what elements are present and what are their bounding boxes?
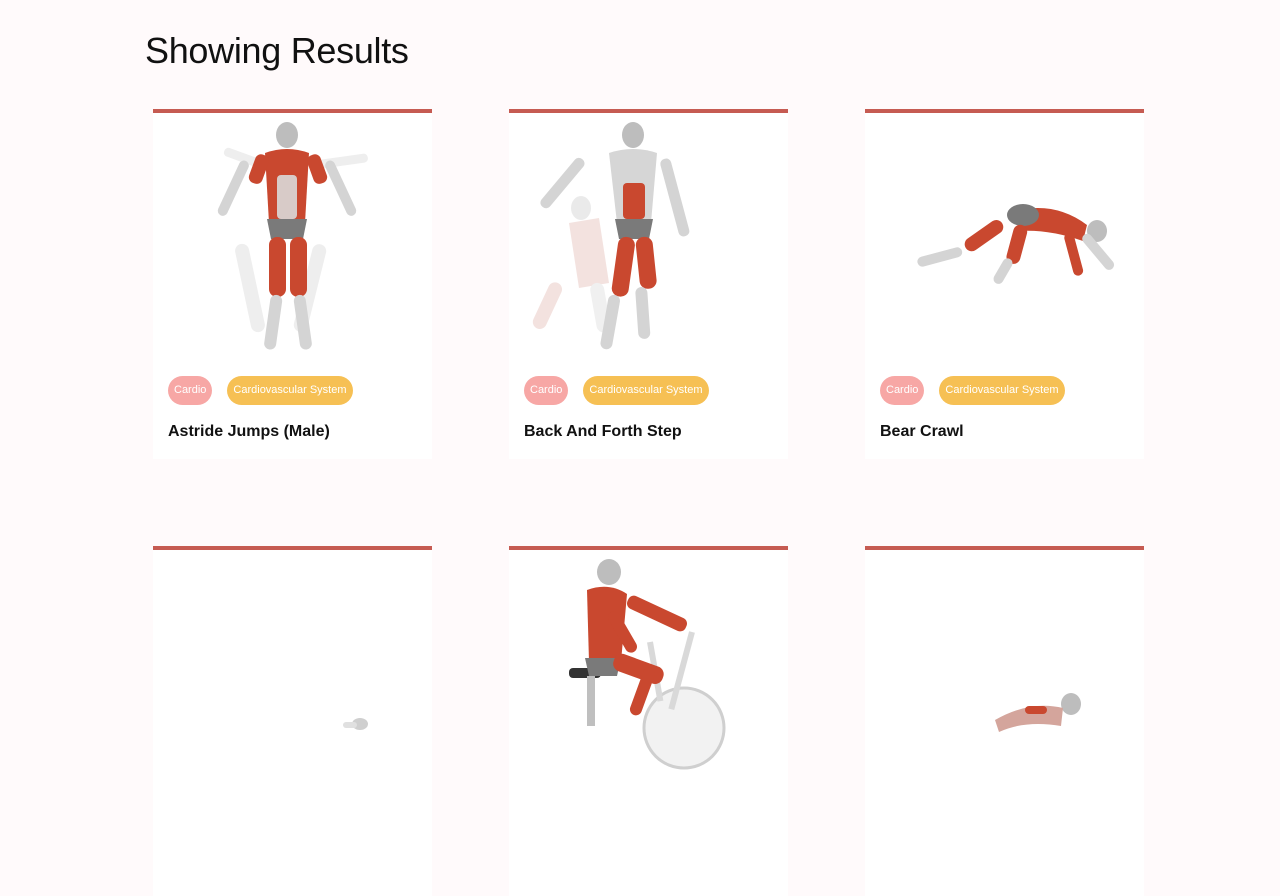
exercise-illustration-image <box>532 122 690 350</box>
exercise-name: Bear Crawl <box>880 423 964 440</box>
exercise-results-grid: Cardio Cardiovascular System Astride Jum… <box>153 109 1144 896</box>
body-part-tag[interactable]: Cardio <box>880 376 925 405</box>
target-tag[interactable]: Cardiovascular System <box>583 376 709 405</box>
exercise-card[interactable] <box>153 546 432 896</box>
exercise-card[interactable] <box>865 546 1144 896</box>
exercise-name: Back And Forth Step <box>524 423 682 440</box>
page-title: Showing Results <box>145 30 409 71</box>
exercise-name: Astride Jumps (Male) <box>168 423 330 440</box>
exercise-illustration-image <box>569 559 726 770</box>
exercise-tags: Cardio Cardiovascular System <box>168 376 353 405</box>
exercise-illustration-image <box>917 204 1115 284</box>
body-part-tag[interactable]: Cardio <box>168 376 213 405</box>
exercise-illustration-image <box>343 718 368 730</box>
exercise-card-astride-jumps[interactable]: Cardio Cardiovascular System Astride Jum… <box>153 109 432 459</box>
target-tag[interactable]: Cardiovascular System <box>939 376 1065 405</box>
body-part-tag[interactable]: Cardio <box>524 376 569 405</box>
target-tag[interactable]: Cardiovascular System <box>227 376 353 405</box>
exercise-card-bear-crawl[interactable]: Cardio Cardiovascular System Bear Crawl <box>865 109 1144 459</box>
exercise-illustration-image <box>217 122 368 350</box>
exercise-tags: Cardio Cardiovascular System <box>524 376 709 405</box>
exercise-tags: Cardio Cardiovascular System <box>880 376 1065 405</box>
exercise-card-back-and-forth-step[interactable]: Cardio Cardiovascular System Back And Fo… <box>509 109 788 459</box>
exercise-card[interactable] <box>509 546 788 896</box>
exercise-illustration-image <box>995 693 1081 732</box>
